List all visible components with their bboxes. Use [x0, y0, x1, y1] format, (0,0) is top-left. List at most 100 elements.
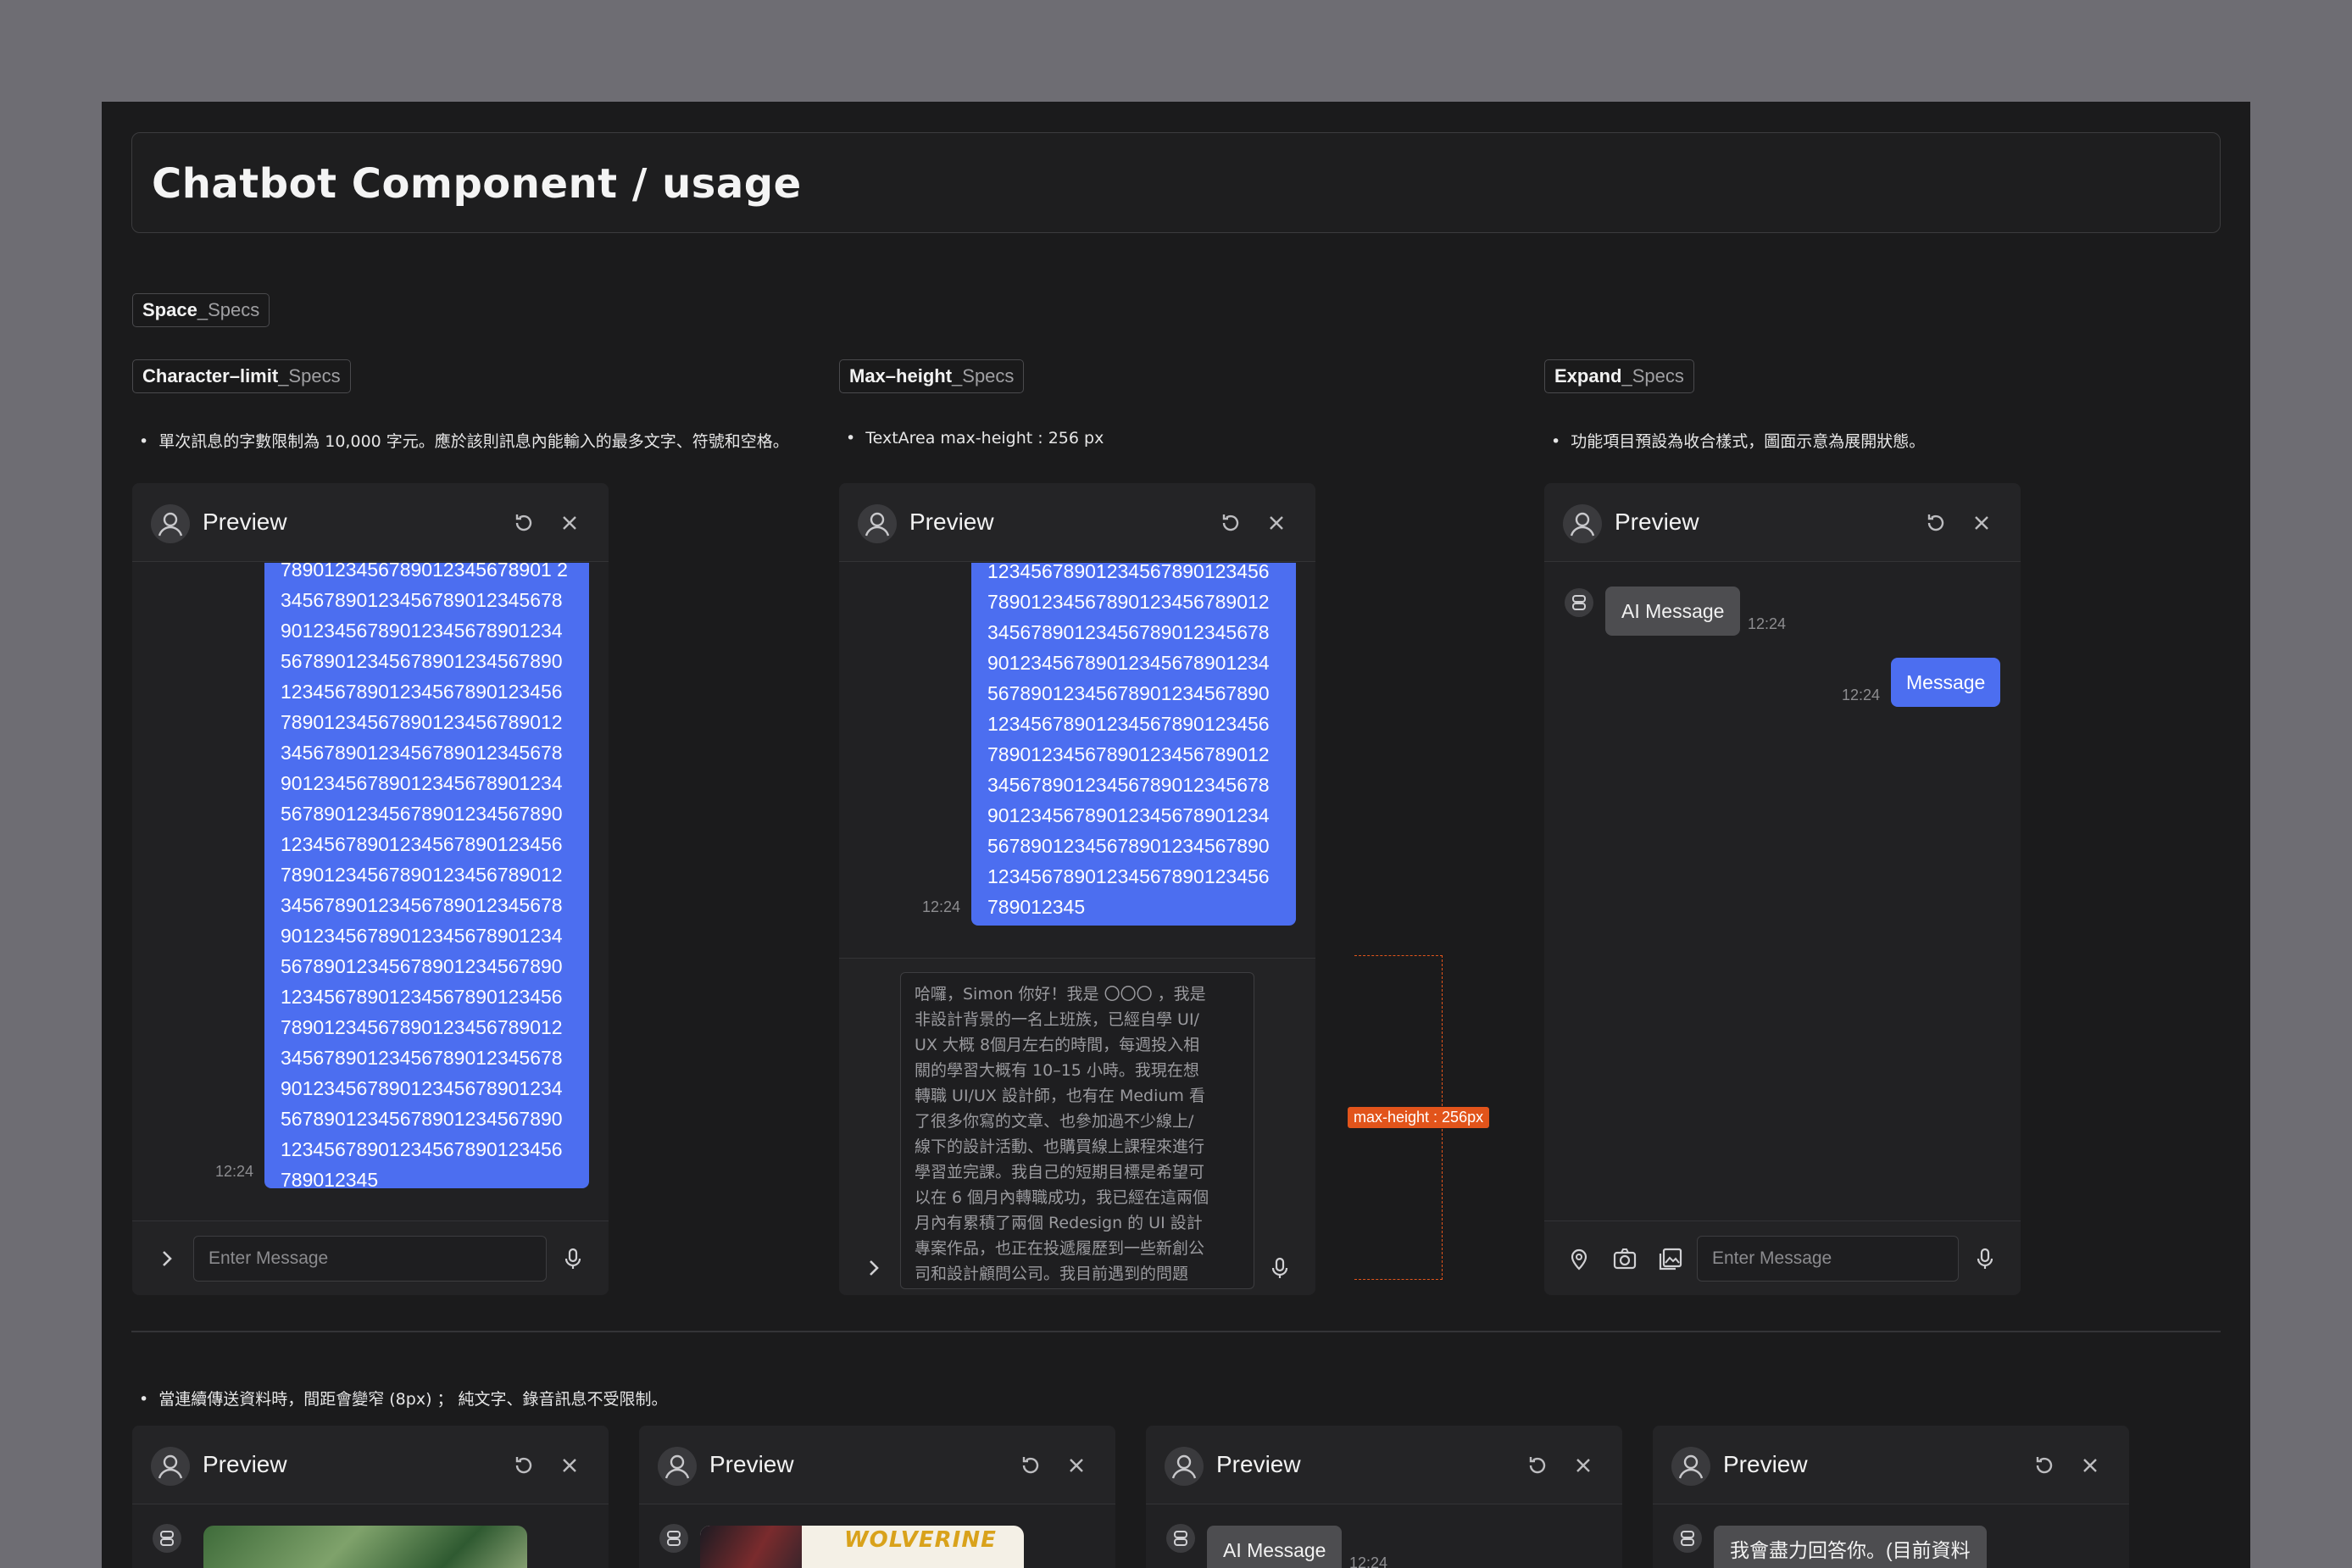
ai-message-bubble: AI Message: [1207, 1526, 1343, 1568]
message-line: 7890123456789012345678901 2: [281, 563, 568, 581]
tag-bold: Expand: [1554, 365, 1622, 386]
character-limit-tag: Character–limit_Specs: [132, 359, 351, 393]
refresh-icon[interactable]: [2032, 1453, 2057, 1478]
space-specs-tag: Space_Specs: [132, 293, 270, 327]
message-line: 90123456789012345678901234: [281, 1077, 563, 1099]
message-line: 789012345: [987, 896, 1086, 918]
timestamp: 12:24: [1842, 687, 1881, 703]
message-line: 34567890123456789012345678: [987, 774, 1270, 796]
message-line: 12345678901234567890123456: [987, 865, 1270, 887]
card-header: Preview: [132, 483, 609, 562]
card-title: Preview: [909, 509, 994, 535]
preview-card-bottom-3: Preview AI Message 12:24: [1146, 1426, 1622, 1568]
user-message-bubble: 12345678901234567890123456 78901234567890…: [971, 563, 1296, 926]
tag-rest: _Specs: [952, 365, 1015, 386]
chat-body: AI Message 12:24 Message 12:24: [1544, 563, 2021, 1295]
close-icon[interactable]: [2077, 1453, 2103, 1478]
message-input[interactable]: Enter Message: [193, 1236, 547, 1282]
microphone-icon[interactable]: [1267, 1255, 1293, 1281]
preview-card-character-limit: Preview 7890123456789012345678901 2 34567…: [132, 483, 609, 1295]
message-line: 34567890123456789012345678: [281, 894, 563, 916]
message-text: 12345678901234567890123456 78901234567890…: [987, 563, 1280, 922]
card-title: Preview: [1723, 1451, 1808, 1477]
message-line: 78901234567890123456789012: [987, 591, 1270, 613]
message-line: 90123456789012345678901234: [281, 620, 563, 642]
user-message-bubble: 7890123456789012345678901 2 3456789012345…: [264, 563, 589, 1188]
max-height-label: max-height : 256px: [1348, 1107, 1490, 1128]
max-height-note: TextArea max-height : 256 px: [846, 429, 1104, 448]
card-header: Preview: [1544, 483, 2021, 562]
message-line: 789012345: [281, 1169, 379, 1188]
message-text: 7890123456789012345678901 2 3456789012345…: [281, 563, 573, 1188]
avatar-icon: [658, 1447, 697, 1486]
card-title: Preview: [203, 509, 287, 535]
message-line: 90123456789012345678901234: [987, 652, 1270, 674]
microphone-icon[interactable]: [560, 1246, 586, 1271]
ai-message-bubble: AI Message: [1605, 587, 1741, 636]
message-line: 78901234567890123456789012: [281, 711, 563, 733]
ai-bot-icon: [1565, 588, 1593, 617]
message-line: 12345678901234567890123456: [987, 713, 1270, 735]
refresh-icon[interactable]: [1923, 510, 1949, 536]
avatar-icon: [151, 504, 190, 543]
message-line: 12345678901234567890123456: [987, 563, 1270, 582]
character-limit-note: 單次訊息的字數限制為 10,000 字元。應於該則訊息內能輸入的最多文字、符號和…: [139, 429, 789, 452]
message-line: 56789012345678901234567890: [987, 682, 1270, 704]
message-line: 56789012345678901234567890: [281, 955, 563, 977]
camera-icon[interactable]: [1612, 1246, 1638, 1271]
card-footer: Enter Message: [132, 1220, 609, 1295]
card-title: Preview: [203, 1451, 287, 1477]
message-line: 78901234567890123456789012: [987, 743, 1270, 765]
refresh-icon[interactable]: [511, 1453, 537, 1478]
preview-card-expand: Preview AI Message 12:24 Message 12:24 E…: [1544, 483, 2021, 1295]
preview-card-bottom-2: Preview WOLVERINE: [639, 1426, 1115, 1568]
close-icon[interactable]: [1264, 510, 1289, 536]
message-line: 12345678901234567890123456: [281, 986, 563, 1008]
comic-title: WOLVERINE: [844, 1527, 997, 1553]
ai-bot-icon: [659, 1524, 688, 1553]
ai-bot-icon: [1166, 1524, 1195, 1553]
tag-bold: Character–limit: [142, 365, 279, 386]
card-footer: Enter Message: [1544, 1220, 2021, 1295]
message-line: 34567890123456789012345678: [281, 1047, 563, 1069]
close-icon[interactable]: [557, 510, 582, 536]
message-line: 34567890123456789012345678: [281, 742, 563, 764]
close-icon[interactable]: [1969, 510, 1994, 536]
refresh-icon[interactable]: [1218, 510, 1243, 536]
message-line: 78901234567890123456789012: [281, 1016, 563, 1038]
tag-bold: Space: [142, 299, 197, 320]
message-line: 12345678901234567890123456: [281, 833, 563, 855]
card-header: Preview: [839, 483, 1315, 562]
chevron-right-icon[interactable]: [861, 1255, 887, 1281]
message-line: 90123456789012345678901234: [281, 772, 563, 794]
spec-frame: Chatbot Component / usage Space_Specs Ch…: [102, 102, 2250, 1568]
avatar-icon: [151, 1447, 190, 1486]
comic-art: [700, 1526, 802, 1568]
message-textarea[interactable]: 哈囉，Simon 你好！我是 〇〇〇 ，我是 非設計背景的一名上班族，已經自學 …: [900, 972, 1254, 1289]
tag-rest: _Specs: [197, 299, 260, 320]
microphone-icon[interactable]: [1972, 1246, 1998, 1271]
message-line: 12345678901234567890123456: [281, 1138, 563, 1160]
refresh-icon[interactable]: [1525, 1453, 1550, 1478]
close-icon[interactable]: [1064, 1453, 1089, 1478]
expand-note: 功能項目預設為收合樣式，圖面示意為展開狀態。: [1551, 429, 1925, 452]
close-icon[interactable]: [1571, 1453, 1596, 1478]
card-title: Preview: [709, 1451, 794, 1477]
close-icon[interactable]: [557, 1453, 582, 1478]
comic-image-message[interactable]: WOLVERINE: [700, 1526, 1024, 1568]
image-message[interactable]: [203, 1526, 527, 1568]
card-header: Preview: [1653, 1426, 2129, 1504]
message-line: 56789012345678901234567890: [987, 835, 1270, 857]
location-pin-icon[interactable]: [1566, 1246, 1592, 1271]
message-line: 56789012345678901234567890: [281, 650, 563, 672]
preview-card-bottom-1: Preview: [132, 1426, 609, 1568]
refresh-icon[interactable]: [511, 510, 537, 536]
chevron-right-icon[interactable]: [154, 1246, 180, 1271]
message-input[interactable]: Enter Message: [1697, 1236, 1959, 1282]
message-line: 12345678901234567890123456: [281, 681, 563, 703]
avatar-icon: [1563, 504, 1602, 543]
refresh-icon[interactable]: [1018, 1453, 1043, 1478]
image-gallery-icon[interactable]: [1658, 1246, 1683, 1271]
message-line: 34567890123456789012345678: [987, 621, 1270, 643]
page-title: Chatbot Component / usage: [152, 160, 802, 208]
